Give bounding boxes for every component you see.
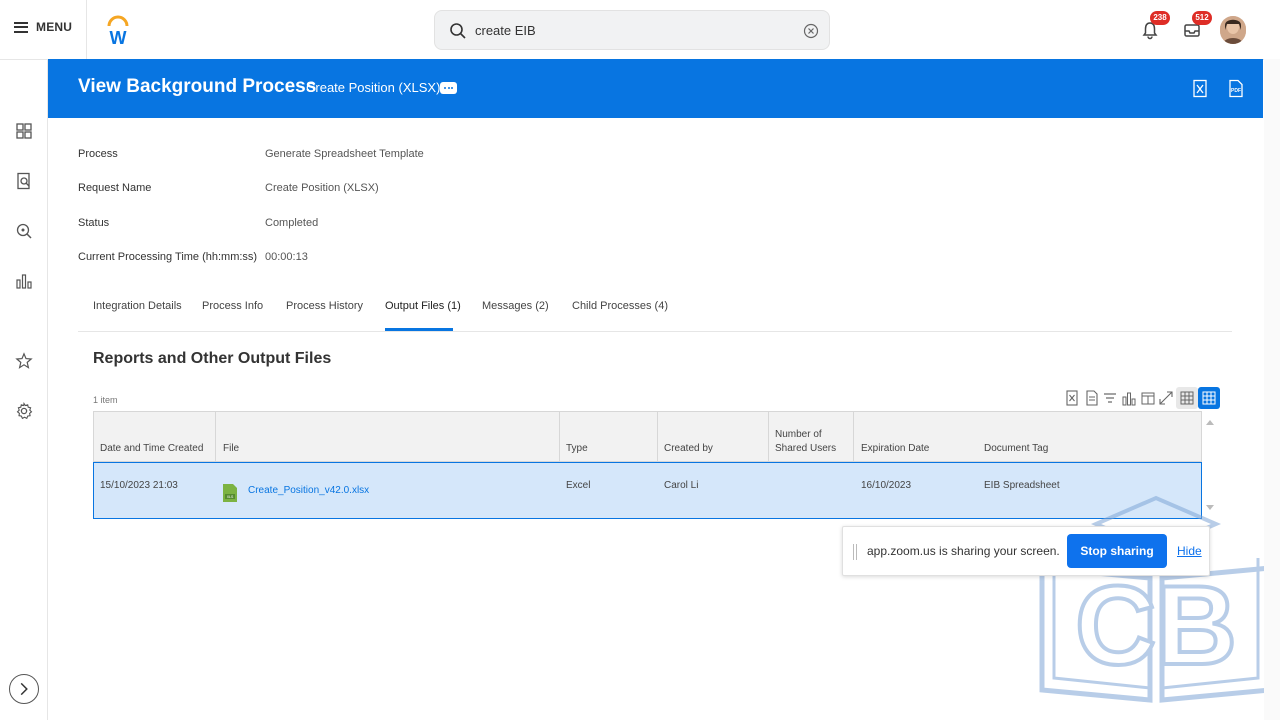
filter-icon[interactable]: [1102, 390, 1118, 406]
cell-document-tag: EIB Spreadsheet: [984, 480, 1060, 491]
grid-view-button[interactable]: [1198, 387, 1220, 409]
svg-text:XLS: XLS: [227, 495, 234, 499]
column-header-created-by[interactable]: Created by: [664, 442, 713, 456]
cell-created-by: Carol Li: [664, 480, 699, 491]
column-header-type[interactable]: Type: [566, 442, 588, 456]
column-header-file[interactable]: File: [223, 442, 239, 456]
chart-icon[interactable]: [1121, 390, 1137, 406]
active-tab-indicator: [385, 328, 453, 331]
export-excel-icon[interactable]: [1064, 390, 1080, 406]
notifications-badge: 238: [1150, 11, 1170, 25]
grid-view-icon: [1202, 391, 1216, 405]
tab-output-files[interactable]: Output Files (1): [385, 300, 461, 312]
cell-type: Excel: [566, 480, 591, 491]
export-pdf-icon[interactable]: [1084, 390, 1100, 406]
excel-file-icon: XLS: [223, 484, 237, 502]
share-message: app.zoom.us is sharing your screen.: [867, 544, 1060, 558]
user-avatar-icon: [1220, 16, 1246, 44]
inbox-button[interactable]: 512: [1182, 11, 1212, 40]
page-title: View Background Process: [78, 76, 317, 97]
search-bar[interactable]: [434, 10, 830, 50]
inbox-badge: 512: [1192, 11, 1212, 25]
menu-label: MENU: [36, 20, 73, 34]
table-header: Date and Time Created File Type Created …: [94, 412, 1201, 462]
star-icon[interactable]: [15, 352, 33, 370]
page-header: View Background Process Create Position …: [48, 59, 1263, 118]
cell-date: 15/10/2023 21:03: [100, 480, 178, 491]
clear-search-icon[interactable]: [803, 23, 819, 39]
search-analytics-icon[interactable]: [15, 222, 33, 240]
bar-chart-icon[interactable]: [15, 272, 33, 290]
field-label-status: Status: [78, 217, 110, 229]
svg-text:CB: CB: [1075, 563, 1237, 688]
table-view-button[interactable]: [1176, 387, 1198, 409]
tab-process-info[interactable]: Process Info: [202, 300, 263, 312]
hide-link[interactable]: Hide: [1177, 544, 1202, 558]
tab-bar: Integration Details Process Info Process…: [78, 290, 1232, 332]
field-value-request-name: Create Position (XLSX): [265, 182, 379, 194]
chevron-right-icon: [20, 682, 28, 696]
search-input[interactable]: [475, 11, 795, 49]
file-link[interactable]: Create_Position_v42.0.xlsx: [248, 485, 369, 496]
column-header-document-tag[interactable]: Document Tag: [984, 442, 1048, 456]
notifications-button[interactable]: 238: [1140, 11, 1170, 40]
field-value-status: Completed: [265, 217, 319, 229]
top-bar: MENU W 238 512: [0, 0, 1280, 60]
related-actions-button[interactable]: [440, 82, 457, 94]
section-title: Reports and Other Output Files: [93, 350, 332, 367]
export-excel-icon[interactable]: [1191, 79, 1209, 99]
dashboard-icon[interactable]: [15, 122, 33, 140]
field-value-processing-time: 00:00:13: [265, 251, 308, 263]
page-subtitle: Create Position (XLSX): [306, 80, 441, 95]
page-scrollbar[interactable]: [1264, 59, 1280, 720]
svg-text:PDF: PDF: [1231, 88, 1241, 94]
workday-logo-icon[interactable]: W: [104, 14, 132, 46]
column-header-shared-users[interactable]: Number of Shared Users: [775, 428, 841, 456]
cell-expiration: 16/10/2023: [861, 480, 912, 491]
item-count: 1 item: [93, 395, 118, 405]
column-header-expiration[interactable]: Expiration Date: [861, 442, 929, 456]
column-config-icon[interactable]: [1140, 390, 1156, 406]
expand-rail-button[interactable]: [9, 674, 39, 704]
table-view-icon: [1180, 391, 1194, 405]
tab-child-processes[interactable]: Child Processes (4): [572, 300, 668, 312]
gear-icon[interactable]: [15, 402, 33, 420]
field-label-processing-time: Current Processing Time (hh:mm:ss): [78, 251, 258, 263]
fullscreen-icon[interactable]: [1158, 390, 1174, 406]
svg-text:W: W: [110, 28, 127, 46]
menu-button[interactable]: MENU: [14, 20, 72, 34]
avatar[interactable]: [1220, 16, 1246, 44]
report-search-icon[interactable]: [15, 172, 33, 190]
tab-process-history[interactable]: Process History: [286, 300, 363, 312]
export-pdf-icon[interactable]: PDF: [1227, 79, 1245, 99]
tab-messages[interactable]: Messages (2): [482, 300, 549, 312]
zoom-share-bar: app.zoom.us is sharing your screen. Stop…: [842, 526, 1210, 576]
tab-integration-details[interactable]: Integration Details: [93, 300, 182, 312]
left-rail: [0, 60, 48, 720]
hamburger-icon: [14, 21, 28, 33]
field-label-process: Process: [78, 148, 118, 160]
divider: [86, 0, 87, 60]
scroll-up-icon[interactable]: [1206, 419, 1214, 425]
search-icon: [450, 23, 466, 39]
field-value-process: Generate Spreadsheet Template: [265, 148, 424, 160]
drag-handle-icon[interactable]: [853, 544, 858, 560]
field-label-request-name: Request Name: [78, 182, 152, 194]
column-header-date[interactable]: Date and Time Created: [100, 442, 203, 456]
stop-sharing-button[interactable]: Stop sharing: [1067, 534, 1167, 568]
